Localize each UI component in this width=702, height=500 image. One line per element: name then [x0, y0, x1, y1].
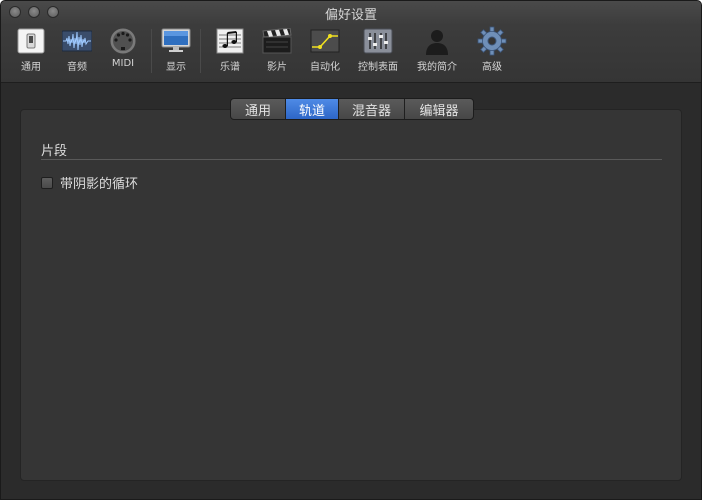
toolbar-my-profile-button[interactable]: 我的简介 [407, 27, 467, 79]
toolbar-midi-button[interactable]: MIDI [101, 27, 145, 79]
tab-mixer[interactable]: 混音器 [339, 99, 405, 119]
title-bar: 偏好设置 通用 音频 MIDI 显示 乐谱 影片 自动化 控制表面 我的简介 高… [1, 1, 701, 83]
tracks-settings-panel: 片段 带阴影的循环 [20, 109, 682, 481]
toolbar-label: 乐谱 [220, 62, 240, 73]
toolbar-general-button[interactable]: 通用 [9, 27, 53, 79]
toolbar-label: 高级 [482, 62, 502, 73]
toolbar-label: 通用 [21, 62, 41, 73]
toolbar-label: 我的简介 [417, 62, 457, 73]
movie-clapper-icon [262, 27, 292, 55]
toolbar-label: 显示 [166, 62, 186, 73]
window-title: 偏好设置 [324, 8, 377, 23]
toolbar-label: 控制表面 [358, 62, 398, 73]
toolbar-advanced-button[interactable]: 高级 [467, 26, 517, 79]
group-title: 片段 [41, 144, 68, 159]
toolbar: 通用 音频 MIDI 显示 乐谱 影片 自动化 控制表面 我的简介 高级 [9, 26, 517, 79]
toolbar-label: 音频 [67, 62, 87, 73]
toolbar-automation-button[interactable]: 自动化 [301, 27, 349, 79]
shadowed-loops-option[interactable]: 带阴影的循环 [41, 173, 138, 192]
tab-editors[interactable]: 编辑器 [405, 99, 473, 119]
tab-bar: 通用 轨道 混音器 编辑器 [230, 98, 474, 120]
user-silhouette-icon [422, 27, 452, 55]
toolbar-label: MIDI [111, 58, 135, 69]
toolbar-score-button[interactable]: 乐谱 [207, 27, 253, 79]
group-divider [41, 159, 662, 160]
toolbar-display-button[interactable]: 显示 [158, 27, 194, 79]
checkbox-label: 带阴影的循环 [60, 177, 139, 192]
midi-connector-icon [108, 27, 138, 55]
toolbar-label: 自动化 [310, 62, 340, 73]
toolbar-separator [151, 29, 152, 73]
shadowed-loops-checkbox[interactable] [41, 176, 53, 189]
display-monitor-icon [161, 27, 191, 55]
score-notes-icon [215, 27, 245, 55]
toolbar-audio-button[interactable]: 音频 [53, 27, 101, 79]
tab-general[interactable]: 通用 [231, 99, 286, 119]
general-switch-icon [16, 27, 46, 55]
automation-curve-icon [310, 27, 340, 55]
toolbar-label: 影片 [267, 62, 287, 73]
control-surface-faders-icon [363, 27, 393, 55]
gear-icon [477, 26, 507, 56]
toolbar-separator [200, 29, 201, 73]
audio-waveform-icon [62, 27, 92, 55]
preferences-window: 偏好设置 通用 音频 MIDI 显示 乐谱 影片 自动化 控制表面 我的简介 高… [0, 0, 702, 500]
toolbar-movie-button[interactable]: 影片 [253, 27, 301, 79]
tab-tracks[interactable]: 轨道 [286, 99, 339, 119]
toolbar-control-surface-button[interactable]: 控制表面 [349, 27, 407, 79]
